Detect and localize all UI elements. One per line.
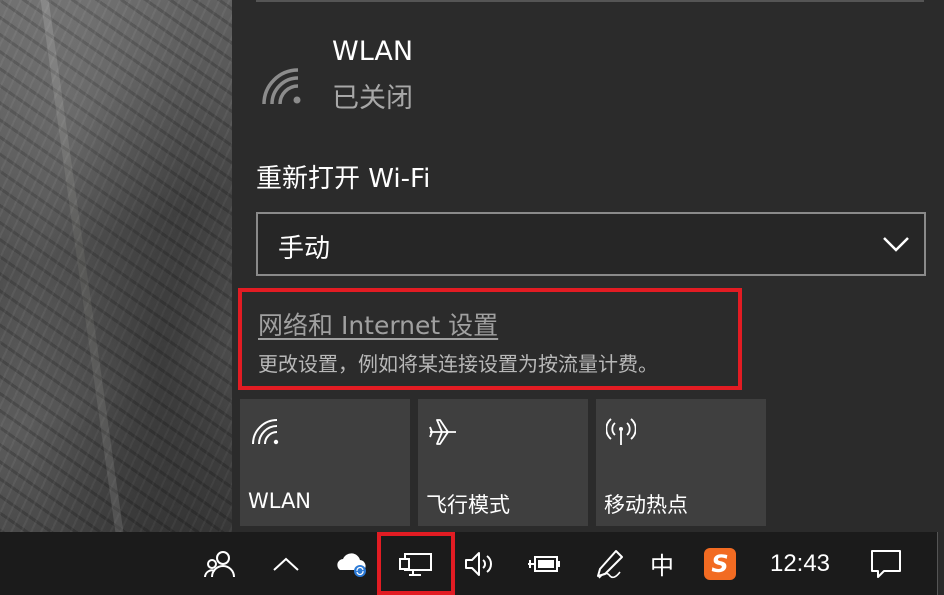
show-desktop-button[interactable] (937, 532, 944, 595)
battery-button[interactable] (520, 532, 568, 595)
onedrive-icon (337, 552, 366, 577)
people-icon (204, 550, 235, 577)
battery-icon (528, 555, 560, 572)
wifi-icon (262, 68, 301, 105)
input-method-indicator[interactable]: 中 (638, 532, 686, 595)
show-hidden-icons-button[interactable] (262, 532, 310, 595)
airplane-icon (429, 419, 456, 445)
sogou-ime-button[interactable]: S (696, 532, 744, 595)
tile-airplane-mode[interactable]: 飞行模式 (418, 399, 588, 526)
volume-icon (465, 551, 492, 576)
network-icon (399, 552, 432, 576)
tile-label: 飞行模式 (426, 493, 510, 517)
taskbar: 中 S 12:43 (0, 532, 944, 595)
wifi-icon (252, 419, 279, 445)
network-settings-link[interactable]: 网络和 Internet 设置 (258, 306, 498, 342)
hotspot-icon (606, 418, 636, 445)
chevron-down-icon (883, 237, 909, 252)
wlan-title: WLAN (332, 36, 414, 67)
network-settings-highlight: 网络和 Internet 设置 更改设置，例如将某连接设置为按流量计费。 (238, 288, 742, 390)
tile-wlan[interactable]: WLAN (240, 399, 410, 526)
tile-label: WLAN (248, 489, 312, 513)
dropdown-value: 手动 (278, 234, 331, 264)
divider (256, 0, 924, 2)
wlan-header[interactable]: WLAN 已关闭 (256, 36, 656, 116)
network-button[interactable] (392, 532, 440, 595)
tile-mobile-hotspot[interactable]: 移动热点 (596, 399, 766, 526)
action-center-button[interactable] (862, 532, 910, 595)
volume-button[interactable] (456, 532, 504, 595)
people-button[interactable] (196, 532, 244, 595)
network-flyout: WLAN 已关闭 重新打开 Wi-Fi 手动 网络和 Internet 设置 更… (232, 0, 944, 532)
wlan-status: 已关闭 (332, 83, 413, 114)
sogou-icon: S (704, 547, 736, 580)
tile-label: 移动热点 (604, 493, 688, 517)
notification-icon (871, 549, 901, 578)
clock[interactable]: 12:43 (760, 532, 840, 595)
chevron-up-icon (273, 557, 299, 571)
pen-icon (597, 549, 623, 579)
onedrive-button[interactable] (328, 532, 376, 595)
network-settings-description: 更改设置，例如将某连接设置为按流量计费。 (258, 352, 658, 376)
windows-ink-button[interactable] (586, 532, 634, 595)
reopen-wifi-label: 重新打开 Wi-Fi (256, 164, 431, 194)
wallpaper-texture (40, 0, 124, 532)
desktop-wallpaper (0, 0, 232, 532)
reopen-wifi-dropdown[interactable]: 手动 (256, 212, 926, 276)
